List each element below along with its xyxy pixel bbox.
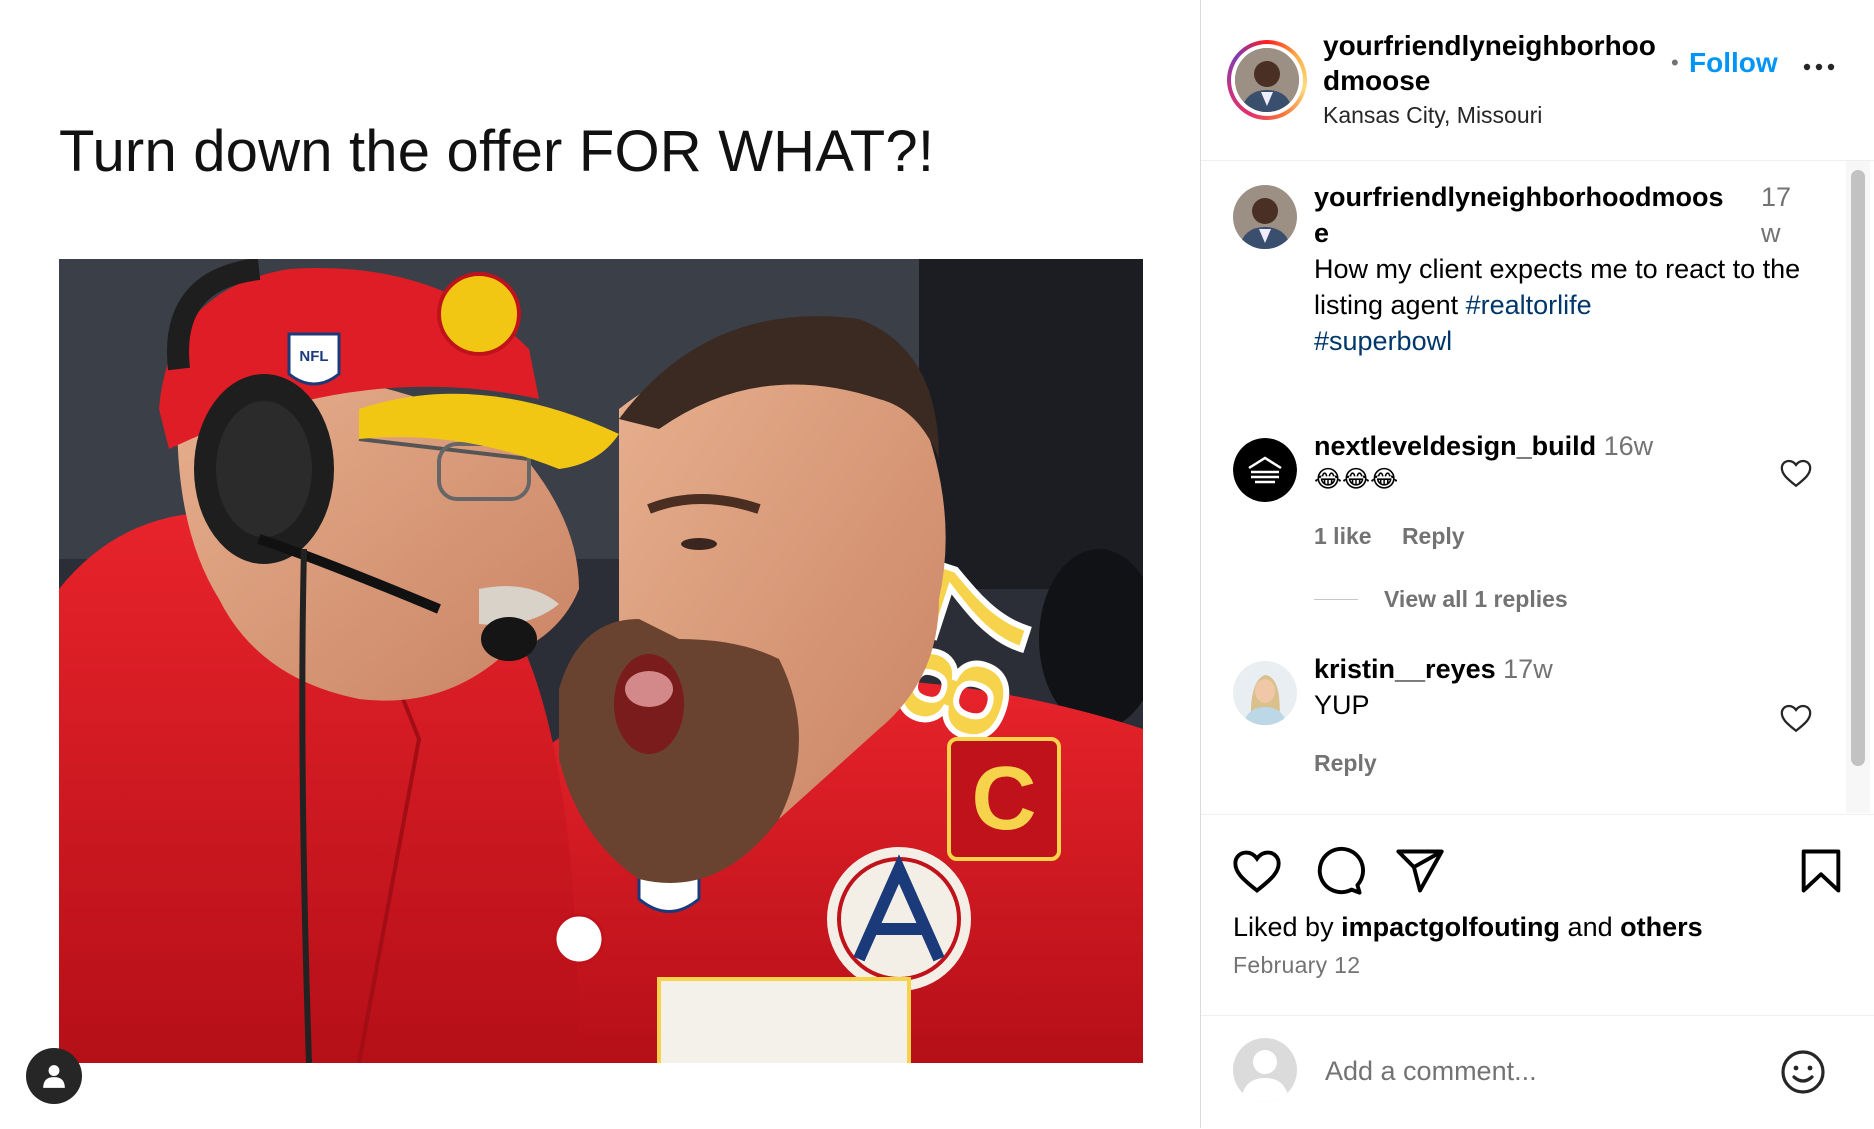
heart-icon[interactable]: [1231, 845, 1283, 897]
default-avatar-icon: [1241, 1050, 1289, 1102]
comment-icon[interactable]: [1313, 845, 1365, 897]
captain-patch-letter: C: [972, 749, 1037, 849]
heart-icon[interactable]: [1779, 701, 1813, 735]
liked-by-and: and: [1560, 912, 1621, 942]
emoji-icon[interactable]: [1779, 1048, 1827, 1096]
comment-meta: Reply: [1314, 745, 1804, 781]
meme-caption: Turn down the offer FOR WHAT?!: [59, 119, 935, 184]
view-replies-label: View all 1 replies: [1384, 586, 1568, 612]
post-photo-illustration: 87 C NFL: [59, 259, 1143, 1063]
post-sidebar: yourfriendlyneighborhoodmoose • Follow K…: [1201, 0, 1874, 1128]
share-icon[interactable]: [1394, 845, 1446, 897]
comment-time: 17w: [1761, 182, 1792, 248]
comment-likes-count[interactable]: 1 like: [1314, 523, 1372, 549]
comments-list[interactable]: yourfriendlyneighborhoodmoose 17w How my…: [1201, 161, 1874, 813]
comment-time: 17w: [1503, 654, 1553, 684]
comment-text: YUP: [1314, 690, 1370, 720]
author-username[interactable]: yourfriendlyneighborhoodmoose: [1323, 28, 1668, 98]
add-comment-row: [1201, 1015, 1874, 1129]
caption-text: How my client expects me to react to the…: [1314, 251, 1804, 359]
post-actions: Liked by impactgolfouting and others Feb…: [1201, 814, 1874, 1015]
post-date[interactable]: February 12: [1233, 952, 1360, 979]
post-photo[interactable]: 87 C NFL: [59, 259, 1143, 1063]
comment-time: 16w: [1603, 431, 1654, 461]
post-location[interactable]: Kansas City, Missouri: [1323, 102, 1542, 129]
liked-by-user-link[interactable]: impactgolfouting: [1341, 912, 1560, 942]
comment-text: 😂😂😂: [1314, 466, 1399, 493]
tagged-users-button[interactable]: [26, 1048, 82, 1104]
current-user-avatar: [1233, 1038, 1297, 1102]
caption-body: yourfriendlyneighborhoodmoose: [1314, 179, 1729, 251]
liked-by-others-link[interactable]: others: [1620, 912, 1703, 942]
comment-body: nextleveldesign_build 16w: [1314, 428, 1804, 464]
reply-button[interactable]: Reply: [1314, 750, 1377, 776]
view-replies-button[interactable]: View all 1 replies: [1314, 586, 1568, 613]
avatar[interactable]: [1233, 438, 1297, 502]
more-icon: [1803, 63, 1835, 71]
avatar[interactable]: [1233, 661, 1297, 725]
comment-body: kristin__reyes 17w: [1314, 651, 1804, 687]
user-icon: [43, 1065, 65, 1088]
comment-username[interactable]: yourfriendlyneighborhoodmoose: [1314, 182, 1724, 248]
reply-divider-line: [1314, 599, 1358, 600]
hashtag-link[interactable]: #realtorlife: [1466, 290, 1592, 320]
cap-logo-text: NFL: [299, 348, 328, 365]
hashtag-link[interactable]: #superbowl: [1314, 326, 1452, 356]
avatar[interactable]: [1233, 185, 1297, 249]
author-avatar: [1235, 48, 1299, 112]
post-header: yourfriendlyneighborhoodmoose • Follow K…: [1201, 0, 1874, 161]
comment-input[interactable]: [1323, 1046, 1767, 1096]
comment-username[interactable]: nextleveldesign_build: [1314, 431, 1596, 461]
reply-button[interactable]: Reply: [1402, 523, 1465, 549]
liked-by-prefix: Liked by: [1233, 912, 1342, 942]
comment-username[interactable]: kristin__reyes: [1314, 654, 1496, 684]
heart-icon[interactable]: [1779, 456, 1813, 490]
follow-button[interactable]: Follow: [1689, 47, 1778, 79]
more-options-button[interactable]: [1797, 52, 1841, 82]
liked-by-text: Liked by impactgolfouting and others: [1233, 912, 1703, 943]
bookmark-icon[interactable]: [1795, 845, 1847, 897]
separator-dot: •: [1671, 50, 1679, 75]
comments-scrollbar-thumb[interactable]: [1851, 170, 1865, 766]
comment-meta: 1 like Reply: [1314, 518, 1804, 554]
author-story-ring[interactable]: [1227, 40, 1307, 120]
post-media-pane: Turn down the offer FOR WHAT?! 87 C NFL: [0, 0, 1201, 1128]
